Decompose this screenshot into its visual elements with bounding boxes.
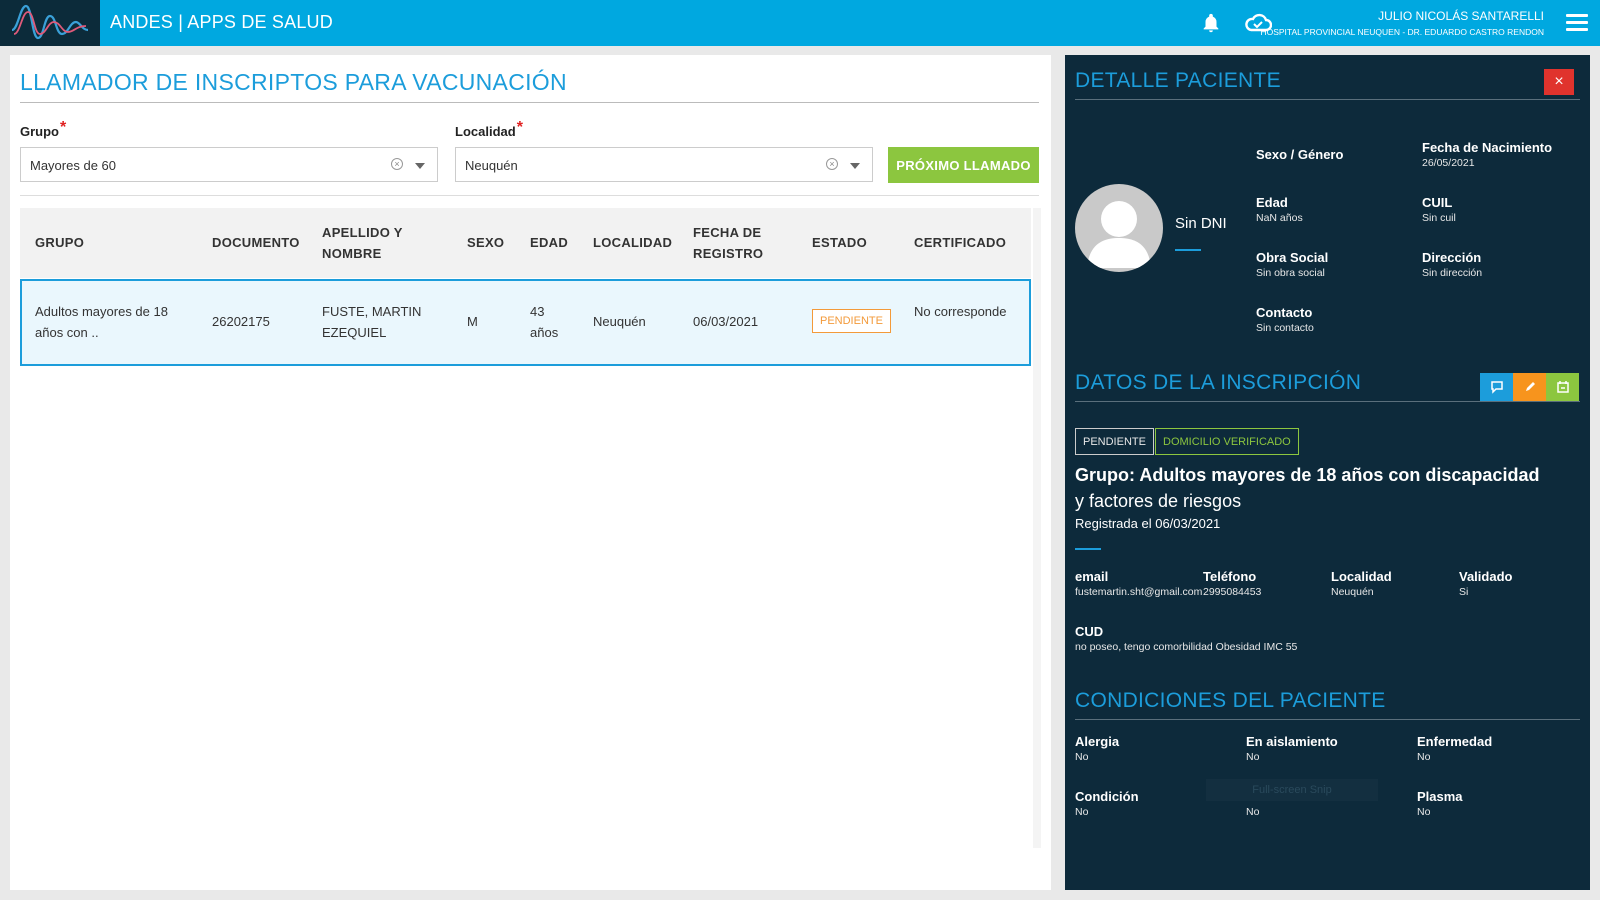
plasma-label: Plasma xyxy=(1417,789,1463,804)
localidad-select[interactable]: Neuquén × xyxy=(455,147,873,182)
required-asterisk: * xyxy=(60,119,67,136)
cell-documento: 26202175 xyxy=(212,314,270,329)
enfermedad-label: Enfermedad xyxy=(1417,734,1493,749)
hamburger-menu-icon[interactable] xyxy=(1566,14,1588,32)
grupo-label: Grupo* xyxy=(20,119,66,141)
edad-label: Edad xyxy=(1256,195,1288,210)
inscripcion-actions xyxy=(1480,373,1579,401)
grupo-subtitle: y factores de riesgos xyxy=(1075,491,1242,511)
proximo-llamado-button[interactable]: PRÓXIMO LLAMADO xyxy=(888,147,1039,183)
edad-value: NaN años xyxy=(1256,212,1303,224)
column-header-localidad[interactable]: LOCALIDAD xyxy=(593,232,672,253)
cuil-value: Sin cuil xyxy=(1422,212,1456,224)
validado-value: Si xyxy=(1459,586,1469,598)
status-badge-pendiente: PENDIENTE xyxy=(1075,428,1154,455)
nacimiento-label: Fecha de Nacimiento xyxy=(1422,140,1553,155)
aislamiento-label: En aislamiento xyxy=(1246,734,1338,749)
cell-grupo: Adultos mayores de 18 años con .. xyxy=(35,304,168,340)
notifications-icon[interactable] xyxy=(1200,12,1222,39)
grupo-title: Grupo: Adultos mayores de 18 años con di… xyxy=(1075,465,1540,485)
column-header-certificado[interactable]: CERTIFICADO xyxy=(914,232,1006,253)
contacto-label: Contacto xyxy=(1256,305,1313,320)
chevron-down-icon[interactable] xyxy=(850,163,860,169)
user-organization: HOSPITAL PROVINCIAL NEUQUEN - DR. EDUARD… xyxy=(1260,27,1544,37)
required-asterisk: * xyxy=(516,119,523,136)
column-header-sexo[interactable]: SEXO xyxy=(467,232,504,253)
condicion-label: Condición xyxy=(1075,789,1139,804)
column-header-edad[interactable]: EDAD xyxy=(530,232,568,253)
plasma-value: No xyxy=(1417,806,1431,818)
obra-social-label: Obra Social xyxy=(1256,250,1329,265)
grupo-select-value: Mayores de 60 xyxy=(30,158,116,173)
cell-edad: 43 años xyxy=(530,304,559,340)
email-value: fustemartin.sht@gmail.com xyxy=(1075,586,1203,598)
validado-label: Validado xyxy=(1459,569,1513,584)
calendar-icon[interactable] xyxy=(1546,373,1579,401)
sexo-label: Sexo / Género xyxy=(1256,147,1344,162)
localidad-value: Neuquén xyxy=(1331,586,1374,598)
condiciones-title: CONDICIONES DEL PACIENTE xyxy=(1075,689,1580,720)
page-title: LLAMADOR DE INSCRIPTOS PARA VACUNACIÓN xyxy=(20,69,1039,103)
scrollbar[interactable] xyxy=(1033,208,1041,848)
andes-logo[interactable] xyxy=(0,0,100,46)
main-panel: LLAMADOR DE INSCRIPTOS PARA VACUNACIÓN G… xyxy=(10,55,1051,890)
alergia-value: No xyxy=(1075,751,1089,763)
clear-icon[interactable]: × xyxy=(826,158,838,170)
localidad-select-value: Neuquén xyxy=(465,158,518,173)
app-title: ANDES | APPS DE SALUD xyxy=(110,12,333,32)
cell-fecha: 06/03/2021 xyxy=(693,314,759,329)
localidad-label: Localidad xyxy=(1331,569,1392,584)
cud-value: no poseo, tengo comorbilidad Obesidad IM… xyxy=(1075,641,1298,653)
detalle-title: DETALLE PACIENTE xyxy=(1075,69,1580,100)
contacto-value: Sin contacto xyxy=(1256,322,1314,334)
snip-overlay[interactable]: Full-screen Snip xyxy=(1206,779,1378,801)
condicion-value: No xyxy=(1075,806,1089,818)
cud-label: CUD xyxy=(1075,624,1104,639)
detalle-paciente-panel: DETALLE PACIENTE × Sin DNI Sexo / Género… xyxy=(1065,55,1590,890)
user-name[interactable]: JULIO NICOLÁS SANTARELLI xyxy=(1378,9,1544,23)
column-header-estado[interactable]: ESTADO xyxy=(812,232,867,253)
direccion-label: Dirección xyxy=(1422,250,1482,265)
column-header-fecha[interactable]: FECHA DE REGISTRO xyxy=(693,222,773,264)
divider xyxy=(20,195,1039,196)
edit-icon[interactable] xyxy=(1513,373,1546,401)
accent-line xyxy=(1075,548,1101,550)
dni-label: Sin DNI xyxy=(1175,215,1227,232)
telefono-value: 2995084453 xyxy=(1203,586,1262,598)
cell-certificado: No corresponde xyxy=(914,304,1007,319)
telefono-label: Teléfono xyxy=(1203,569,1257,584)
cell-sexo: M xyxy=(467,314,478,329)
status-badge-domicilio: DOMICILIO VERIFICADO xyxy=(1155,428,1299,455)
nacimiento-value: 26/05/2021 xyxy=(1422,157,1475,169)
cell-nombre: FUSTE, MARTIN EZEQUIEL xyxy=(322,304,422,340)
clear-icon[interactable]: × xyxy=(391,158,403,170)
grupo-label-text: Grupo xyxy=(20,124,59,139)
close-button[interactable]: × xyxy=(1544,69,1574,95)
localidad-label-text: Localidad xyxy=(455,124,516,139)
cell-localidad: Neuquén xyxy=(593,314,646,329)
accent-line xyxy=(1175,249,1201,251)
grupo-select[interactable]: Mayores de 60 × xyxy=(20,147,438,182)
obra-social-value: Sin obra social xyxy=(1256,267,1325,279)
email-label: email xyxy=(1075,569,1109,584)
column-header-documento[interactable]: DOCUMENTO xyxy=(212,232,300,253)
direccion-value: Sin dirección xyxy=(1422,267,1483,279)
chevron-down-icon[interactable] xyxy=(415,163,425,169)
status-badge: PENDIENTE xyxy=(812,309,891,333)
top-bar: ANDES | APPS DE SALUD JULIO NICOLÁS SANT… xyxy=(0,0,1600,46)
registrada-date: Registrada el 06/03/2021 xyxy=(1075,516,1221,531)
enfermedad-value: No xyxy=(1417,751,1431,763)
table-header: GRUPO DOCUMENTO APELLIDO Y NOMBRE SEXO E… xyxy=(20,208,1031,278)
inscriptos-table: GRUPO DOCUMENTO APELLIDO Y NOMBRE SEXO E… xyxy=(20,208,1031,366)
column-header-grupo[interactable]: GRUPO xyxy=(35,232,84,253)
comment-icon[interactable] xyxy=(1480,373,1513,401)
alergia-label: Alergia xyxy=(1075,734,1120,749)
column-header-nombre[interactable]: APELLIDO Y NOMBRE xyxy=(322,222,422,264)
aislamiento-value: No xyxy=(1246,751,1260,763)
localidad-label: Localidad* xyxy=(455,119,523,141)
convaleciente-value: No xyxy=(1246,806,1260,818)
avatar xyxy=(1075,184,1163,272)
table-row[interactable]: Adultos mayores de 18 años con .. 262021… xyxy=(20,279,1031,366)
cuil-label: CUIL xyxy=(1422,195,1453,210)
